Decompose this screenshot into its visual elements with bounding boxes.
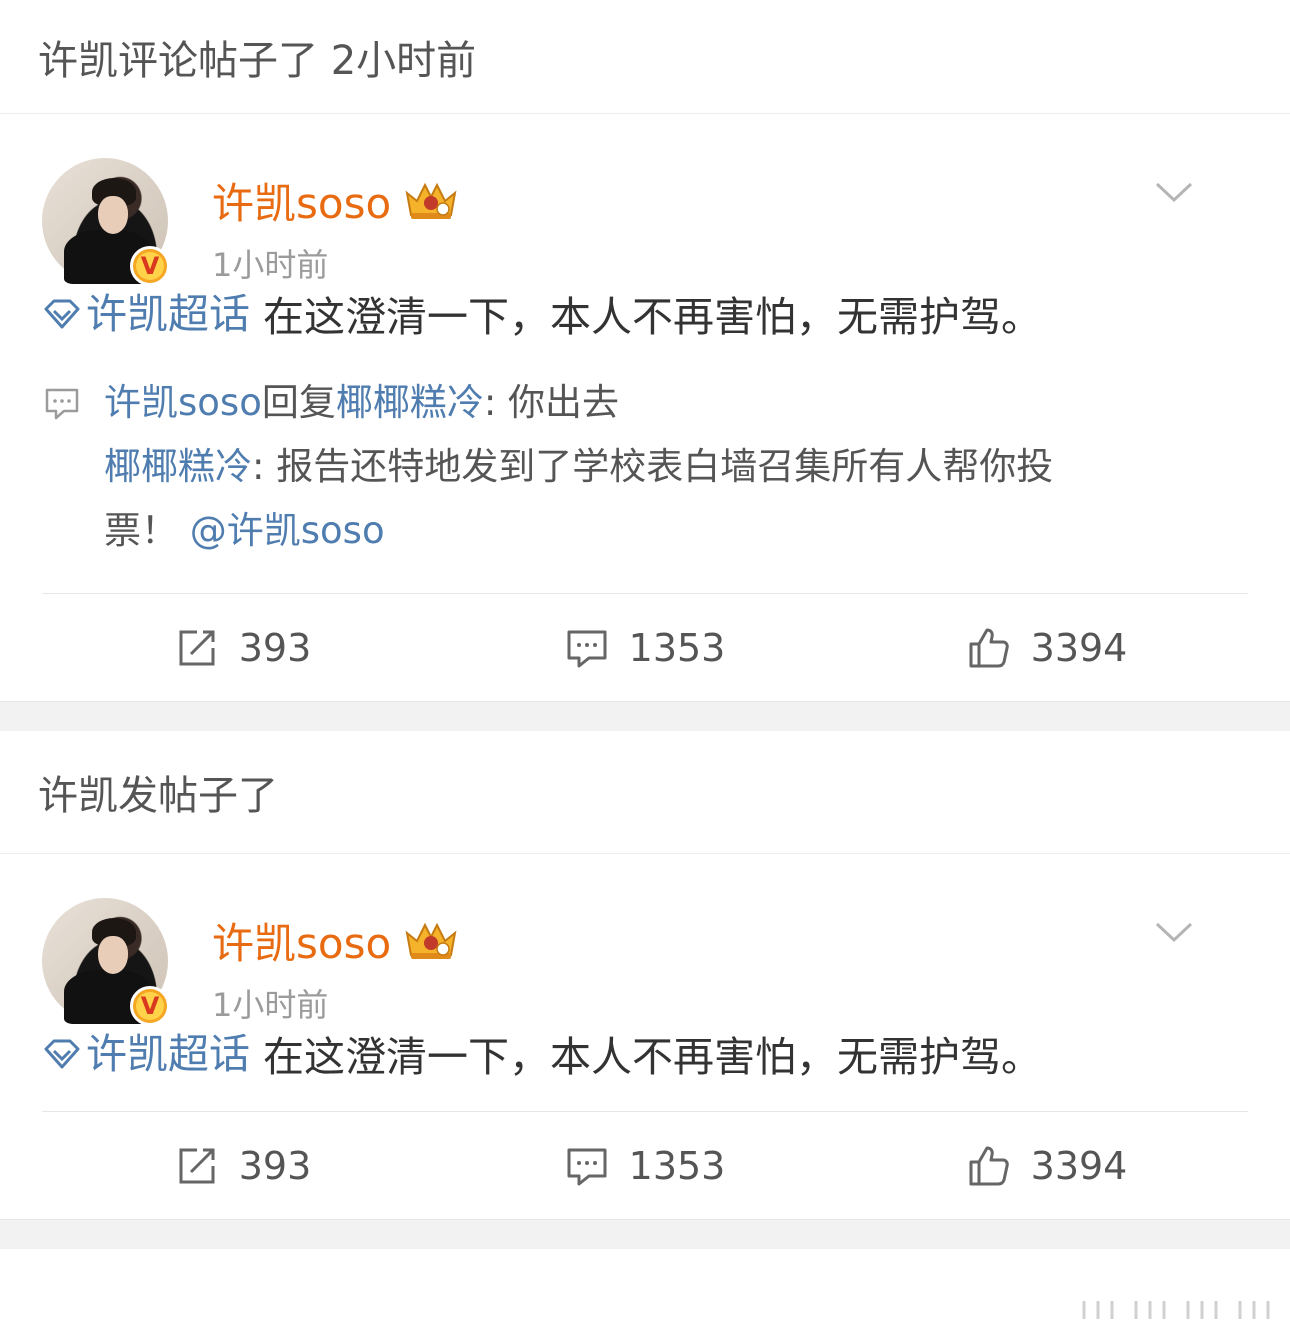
like-count: 3394 bbox=[1030, 625, 1128, 670]
repost-count: 393 bbox=[238, 1143, 312, 1188]
repost-icon bbox=[179, 1148, 215, 1183]
like-button[interactable]: 3394 bbox=[846, 626, 1248, 670]
verified-v-icon: V bbox=[130, 986, 170, 1026]
action-bar: 393 1353 3394 bbox=[42, 593, 1248, 701]
post-body: 在这澄清一下，本人不再害怕，无需护驾。 bbox=[250, 1033, 1043, 1081]
quoted-line: 椰椰糕冷: 报告还特地发到了学校表白墙召集所有人帮你投 bbox=[104, 435, 1248, 499]
quoted-text-2: 票！ bbox=[104, 509, 178, 552]
comment-icon bbox=[567, 1148, 607, 1185]
user-name-row[interactable]: 许凯soso bbox=[212, 910, 459, 971]
topic-link[interactable]: 许凯超话 bbox=[42, 286, 250, 342]
comment-count: 1353 bbox=[628, 1143, 726, 1188]
user-name-row[interactable]: 许凯soso bbox=[212, 170, 459, 231]
user-name[interactable]: 许凯soso bbox=[212, 910, 391, 971]
section-header-comment: 许凯评论帖子了 2小时前 bbox=[0, 0, 1290, 114]
crown-badge-icon bbox=[405, 922, 457, 959]
chevron-down-icon[interactable] bbox=[1154, 180, 1194, 204]
diamond-icon bbox=[44, 1039, 80, 1069]
like-count: 3394 bbox=[1030, 1143, 1128, 1188]
action-bar: 393 1353 3394 bbox=[42, 1111, 1248, 1219]
avatar[interactable]: V bbox=[42, 158, 170, 286]
comment-button[interactable]: 1353 bbox=[444, 626, 846, 670]
verified-v-icon: V bbox=[130, 246, 170, 286]
reply-target[interactable]: 椰椰糕冷 bbox=[336, 381, 484, 424]
reply-author[interactable]: 许凯soso bbox=[104, 381, 262, 424]
watermark-icon bbox=[1082, 1301, 1270, 1319]
post-time: 1小时前 bbox=[212, 986, 329, 1024]
mention-link[interactable]: @许凯soso bbox=[190, 509, 385, 552]
reply-word: 回复 bbox=[261, 381, 336, 424]
reply-block[interactable]: 许凯soso回复椰椰糕冷: 你出去 椰椰糕冷: 报告还特地发到了学校表白墙召集所… bbox=[42, 371, 1248, 593]
post-card[interactable]: V 许凯soso 1小时前 许凯超话 在这澄清一下，本人不再害怕，无需护驾。 bbox=[0, 854, 1290, 1219]
section-divider bbox=[0, 701, 1290, 731]
chevron-down-icon[interactable] bbox=[1154, 920, 1194, 944]
repost-count: 393 bbox=[238, 625, 312, 670]
reply-line: 许凯soso回复椰椰糕冷: 你出去 bbox=[104, 371, 1248, 435]
user-name[interactable]: 许凯soso bbox=[212, 170, 391, 231]
repost-button[interactable]: 393 bbox=[42, 1144, 444, 1188]
topic-label[interactable]: 许凯超话 bbox=[86, 286, 250, 342]
post-body: 在这澄清一下，本人不再害怕，无需护驾。 bbox=[250, 293, 1043, 341]
like-icon bbox=[969, 1146, 1009, 1185]
like-button[interactable]: 3394 bbox=[846, 1144, 1248, 1188]
quoted-author[interactable]: 椰椰糕冷 bbox=[104, 445, 252, 488]
reply-text: : 你出去 bbox=[483, 381, 620, 424]
post-time: 1小时前 bbox=[212, 246, 329, 284]
diamond-icon bbox=[44, 299, 80, 329]
post-card[interactable]: V 许凯soso 1小时前 许凯超话 在这澄清一下，本人不再害怕，无需护驾。 bbox=[0, 114, 1290, 701]
quoted-text: : 报告还特地发到了学校表白墙召集所有人帮你投 bbox=[252, 445, 1054, 488]
comment-button[interactable]: 1353 bbox=[444, 1144, 846, 1188]
like-icon bbox=[969, 628, 1009, 667]
section-header-post: 许凯发帖子了 bbox=[0, 731, 1290, 854]
comment-icon bbox=[567, 630, 607, 667]
comment-icon bbox=[45, 388, 79, 420]
repost-icon bbox=[179, 630, 215, 665]
topic-label[interactable]: 许凯超话 bbox=[86, 1026, 250, 1082]
topic-link[interactable]: 许凯超话 bbox=[42, 1026, 250, 1082]
section-divider bbox=[0, 1219, 1290, 1249]
comment-count: 1353 bbox=[628, 625, 726, 670]
quoted-line-2: 票！ @许凯soso bbox=[104, 499, 1248, 563]
avatar[interactable]: V bbox=[42, 898, 170, 1026]
repost-button[interactable]: 393 bbox=[42, 626, 444, 670]
crown-badge-icon bbox=[405, 182, 457, 219]
